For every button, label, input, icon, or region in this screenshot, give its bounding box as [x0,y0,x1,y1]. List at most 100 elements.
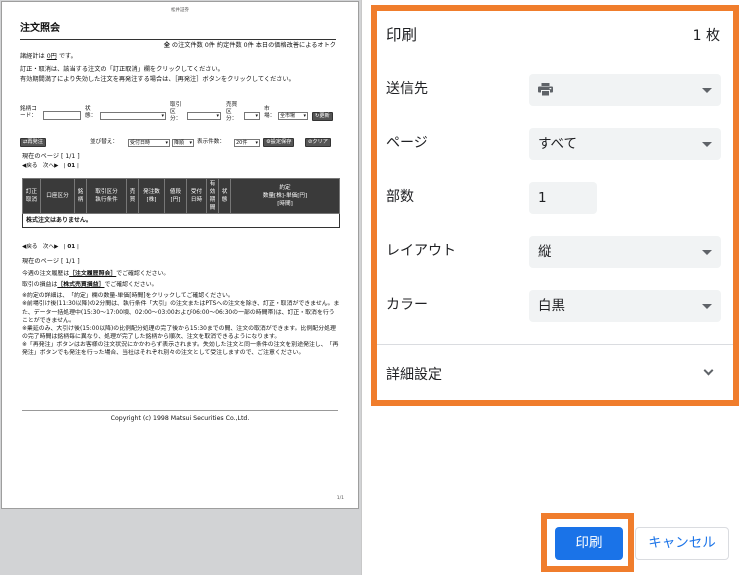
history-prefix: 今週の注文履歴は [22,271,70,277]
destination-select[interactable] [529,74,721,106]
color-row: カラー 白黒 [386,284,724,324]
col-header: 受付 日時 [186,177,207,215]
destination-label: 送信先 [386,81,428,97]
more-settings-toggle[interactable]: 詳細設定 [386,354,724,394]
copyright-divider [22,410,338,411]
sort-direction-select[interactable]: 降順 [172,139,194,147]
print-preview-area: 松井証券 注文照会 全 の注文件数 0件 約定件数 0件 本日の価格改善によるオ… [0,0,362,575]
order-summary: 全 の注文件数 0件 約定件数 0件 本日の価格改善によるオトク [164,42,336,50]
status-select[interactable] [100,112,166,120]
sheet-count: 1 枚 [692,28,720,44]
destination-row: 送信先 [386,68,724,108]
chevron-down-icon [702,142,712,147]
stock-label: 状態： [85,106,97,119]
profit-link[interactable]: ［株式売買損益］ [57,282,104,288]
note-item: ※前場引け後(11:30以降)の2分間は、執行条件「大引」の注文またはPTSへの… [22,301,340,324]
color-value: 白黒 [538,298,565,314]
display-count-label: 表示件数： [197,139,225,145]
instruction-line-1: 訂正・取消は、該当する注文の「訂正取消」欄をクリックしてください。 [20,66,224,73]
display-count-select[interactable]: 20件 [234,139,260,147]
col-header: 訂正 取消 [22,177,41,215]
profit-prefix: 取引の損益は [22,282,58,289]
title-divider [20,39,336,40]
sort-label: 並び替え： [90,139,118,145]
layout-select[interactable]: 縦 [529,236,721,268]
order-total-label: 諸経計は [20,53,45,60]
order-total-suffix: です。 [58,53,77,60]
pages-select[interactable]: すべて [529,128,721,160]
summary-icon: 全 [163,42,170,49]
table-row: 株式注文はありません。 [22,213,340,229]
empty-message: 株式注文はありません。 [22,213,340,229]
sort-select[interactable]: 受付日時 [128,139,170,147]
reorder-button[interactable]: ⇄再発注 [20,138,46,147]
next-arrow-icon: ▶ [54,244,59,250]
current-page: 01 [67,244,76,250]
prev-link[interactable]: 戻る [26,244,37,250]
note-item: ※約定の詳細は、「約定」欄の数量-単価[時間]をクリックしてご確認ください。 [22,293,234,300]
instruction-line-2: 有効期間満了により失効した注文を再発注する場合は、［再発注］ボタンをクリックして… [20,76,295,83]
reorder-label: 再発注 [27,139,43,145]
market-select[interactable]: 全市場 [278,112,308,120]
notes-section: 今週の注文履歴は［注文履歴照会］でご確認ください。 取引の損益は［株式売買損益］… [22,270,340,357]
profit-suffix: でご確認ください。 [104,282,158,289]
clear-label: クリア [312,139,328,145]
color-select[interactable]: 白黒 [529,290,721,322]
note-item: ※業延のみ、大引け後(15:00以降)の比例配分処理の完了後から15:30までの… [22,325,336,340]
search-form: 銘柄コード： 状態： 取引区分： 売買区分： 市場： 全市場 ↻更新 [20,102,342,138]
col-header: 取引区分 執行条件 [86,177,127,215]
next-link[interactable]: 次へ [43,244,54,250]
save-settings-label: 設定保存 [270,139,292,145]
color-label: カラー [386,297,428,313]
cancel-button[interactable]: キャンセル [635,527,729,560]
settings-divider [377,344,733,345]
col-header: 口座区分 [40,177,75,215]
col-header: 発注数 [株] [138,177,165,215]
col-header: 約定 数量[株]-単価[円] [時間] [230,177,340,215]
page-info-top: 現在のページ [ 1/1 ] [22,153,80,160]
update-button[interactable]: ↻更新 [312,112,333,121]
chevron-down-icon [702,304,712,309]
current-page: 01 [67,163,76,169]
summary-suffix: 本日の価格改善によるオトク [255,42,336,49]
print-dialog-title: 印刷 [386,26,418,44]
copies-label: 部数 [386,189,414,205]
pages-label: ページ [386,135,428,151]
layout-label: レイアウト [386,243,456,259]
prev-link[interactable]: 戻る [26,163,37,169]
page-number: 1/1 [336,496,344,501]
col-header: 状 態 [218,177,231,215]
buy-sell-select[interactable] [244,112,260,120]
print-button[interactable]: 印刷 [555,527,623,560]
copies-input[interactable]: 1 [529,182,597,214]
trade-type-label: 取引区分： [170,102,182,122]
next-link[interactable]: 次へ [43,163,54,169]
copyright-text: Copyright (c) 1998 Matsui Securities Co.… [110,415,250,422]
summary-mid: 約定件数 [216,42,242,49]
history-link[interactable]: ［注文履歴照会］ [69,271,116,277]
printer-icon [538,83,553,96]
more-settings-label: 詳細設定 [386,367,442,383]
summary-prefix: の注文件数 [171,42,203,49]
history-suffix: でご確認ください。 [116,271,170,277]
stock-code-label: 銘柄コード： [20,106,37,119]
chevron-down-icon [702,250,712,255]
sort-row: ⇄再発注 並び替え： 受付日時 降順 表示件数： 20件 ⚙設定保存 ⊘クリア [20,138,342,148]
layout-row: レイアウト 縦 [386,230,724,270]
page-title: 注文照会 [20,23,60,34]
copies-row: 部数 1 [386,176,724,216]
summary-exec: 0件 [243,42,254,49]
trade-type-select[interactable] [187,112,221,120]
note-item: ※「再発注」ボタンはお客様の注文状況にかかわらず表示されます。失効した注文と同一… [22,342,339,357]
order-total: 諸経計は 0円 です。 [20,53,77,61]
chevron-down-icon [703,365,714,376]
market-label: 市場： [264,106,276,119]
save-settings-button[interactable]: ⚙設定保存 [263,138,295,147]
pages-value: すべて [538,136,578,152]
clear-button[interactable]: ⊘クリア [305,138,331,147]
orders-table: 訂正 取消 口座区分 銘 柄 取引区分 執行条件 売 買 発注数 [株] 値段 … [22,177,340,229]
next-arrow-icon: ▶ [54,163,59,169]
page-info-bottom: 現在のページ [ 1/1 ] [22,258,80,265]
stock-code-input[interactable] [43,111,81,120]
print-settings-panel: 印刷 1 枚 送信先 ページ すべて 部数 1 レイアウト 縦 カラー 白黒 詳… [371,5,739,406]
